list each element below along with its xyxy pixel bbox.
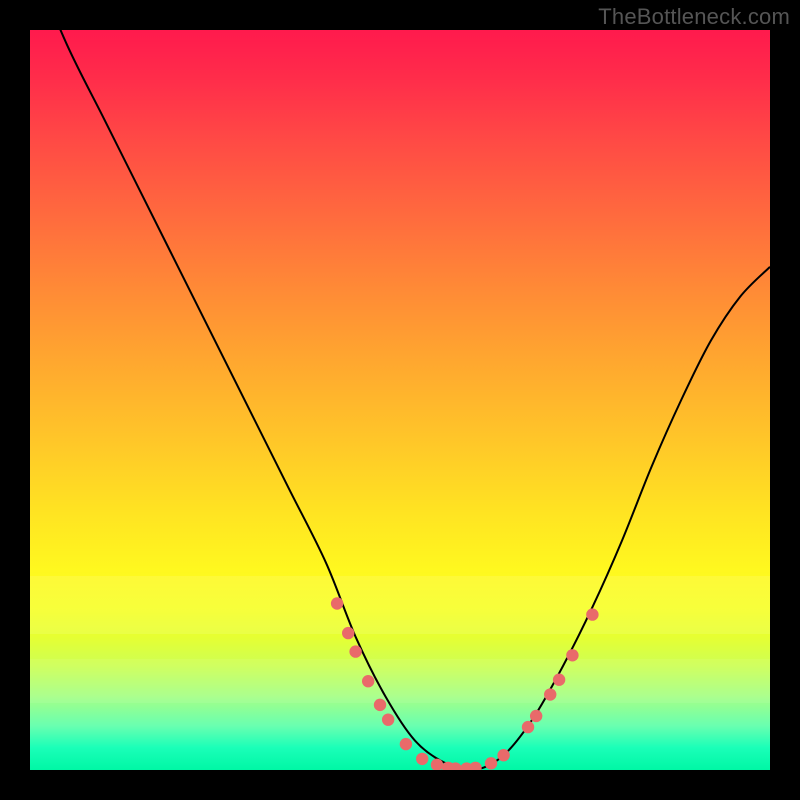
curve-marker <box>349 645 361 657</box>
chart-frame: TheBottleneck.com <box>0 0 800 800</box>
plot-area <box>30 30 770 770</box>
curve-marker <box>400 738 412 750</box>
curve-marker <box>485 757 497 769</box>
curve-marker <box>416 753 428 765</box>
curve-marker <box>342 627 354 639</box>
marker-group <box>331 597 599 770</box>
curve-marker <box>331 597 343 609</box>
curve-marker <box>497 749 509 761</box>
curve-marker <box>374 699 386 711</box>
watermark-text: TheBottleneck.com <box>598 4 790 30</box>
curve-marker <box>382 713 394 725</box>
curve-marker <box>544 688 556 700</box>
curve-group <box>30 30 770 770</box>
curve-marker <box>530 710 542 722</box>
curve-marker <box>553 674 565 686</box>
curve-svg <box>30 30 770 770</box>
curve-marker <box>522 721 534 733</box>
curve-marker <box>566 649 578 661</box>
bottleneck-curve <box>30 30 770 770</box>
curve-marker <box>586 608 598 620</box>
curve-marker <box>362 675 374 687</box>
curve-marker <box>469 762 481 770</box>
